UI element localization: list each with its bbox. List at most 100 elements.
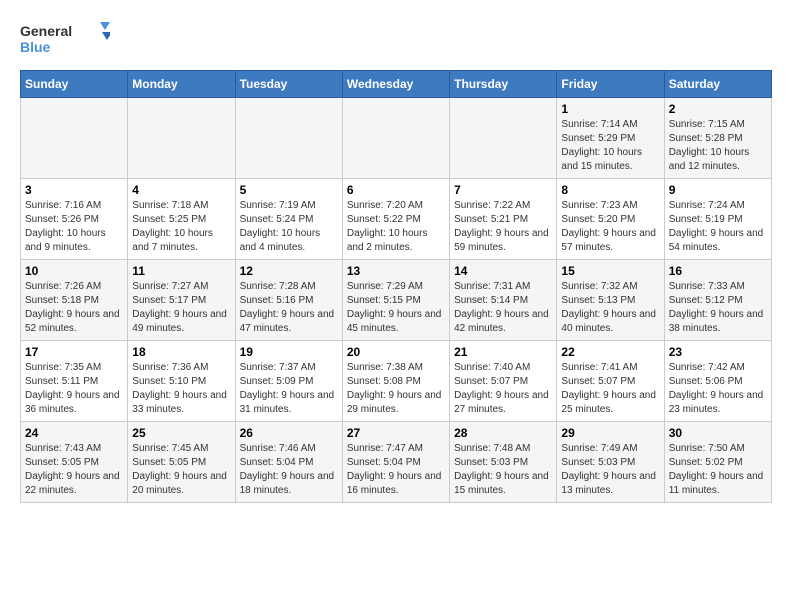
calendar-cell: 28 Sunrise: 7:48 AMSunset: 5:03 PMDayligh…	[450, 422, 557, 503]
day-number: 11	[132, 264, 230, 278]
day-number: 17	[25, 345, 123, 359]
day-number: 30	[669, 426, 767, 440]
day-number: 25	[132, 426, 230, 440]
weekday-header-thursday: Thursday	[450, 71, 557, 98]
day-info: Sunrise: 7:48 AMSunset: 5:03 PMDaylight:…	[454, 442, 552, 498]
calendar-cell	[21, 98, 128, 179]
weekday-header-wednesday: Wednesday	[342, 71, 449, 98]
day-number: 6	[347, 183, 445, 197]
calendar-week-row: 3 Sunrise: 7:16 AMSunset: 5:26 PMDaylight…	[21, 179, 772, 260]
calendar-cell	[235, 98, 342, 179]
day-number: 18	[132, 345, 230, 359]
logo-svg: General Blue	[20, 20, 110, 60]
day-info: Sunrise: 7:28 AMSunset: 5:16 PMDaylight:…	[240, 280, 338, 336]
day-number: 28	[454, 426, 552, 440]
calendar-cell: 1 Sunrise: 7:14 AMSunset: 5:29 PMDaylight…	[557, 98, 664, 179]
day-info: Sunrise: 7:46 AMSunset: 5:04 PMDaylight:…	[240, 442, 338, 498]
day-info: Sunrise: 7:22 AMSunset: 5:21 PMDaylight:…	[454, 199, 552, 255]
day-info: Sunrise: 7:15 AMSunset: 5:28 PMDaylight:…	[669, 118, 767, 174]
calendar-table: SundayMondayTuesdayWednesdayThursdayFrid…	[20, 70, 772, 503]
weekday-header-saturday: Saturday	[664, 71, 771, 98]
day-number: 13	[347, 264, 445, 278]
calendar-cell: 19 Sunrise: 7:37 AMSunset: 5:09 PMDayligh…	[235, 341, 342, 422]
page-header: General Blue	[20, 20, 772, 60]
calendar-cell: 8 Sunrise: 7:23 AMSunset: 5:20 PMDaylight…	[557, 179, 664, 260]
calendar-cell: 15 Sunrise: 7:32 AMSunset: 5:13 PMDayligh…	[557, 260, 664, 341]
day-info: Sunrise: 7:49 AMSunset: 5:03 PMDaylight:…	[561, 442, 659, 498]
calendar-cell: 20Sunrise: 7:38 AMSunset: 5:08 PMDayligh…	[342, 341, 449, 422]
calendar-cell: 18Sunrise: 7:36 AMSunset: 5:10 PMDayligh…	[128, 341, 235, 422]
day-info: Sunrise: 7:31 AMSunset: 5:14 PMDaylight:…	[454, 280, 552, 336]
calendar-cell: 4Sunrise: 7:18 AMSunset: 5:25 PMDaylight…	[128, 179, 235, 260]
calendar-cell: 29 Sunrise: 7:49 AMSunset: 5:03 PMDayligh…	[557, 422, 664, 503]
day-number: 26	[240, 426, 338, 440]
day-info: Sunrise: 7:43 AMSunset: 5:05 PMDaylight:…	[25, 442, 123, 498]
day-number: 12	[240, 264, 338, 278]
day-info: Sunrise: 7:32 AMSunset: 5:13 PMDaylight:…	[561, 280, 659, 336]
logo: General Blue	[20, 20, 110, 60]
day-number: 21	[454, 345, 552, 359]
day-number: 7	[454, 183, 552, 197]
day-number: 1	[561, 102, 659, 116]
day-info: Sunrise: 7:19 AMSunset: 5:24 PMDaylight:…	[240, 199, 338, 255]
day-number: 24	[25, 426, 123, 440]
weekday-header-row: SundayMondayTuesdayWednesdayThursdayFrid…	[21, 71, 772, 98]
calendar-cell: 21 Sunrise: 7:40 AMSunset: 5:07 PMDayligh…	[450, 341, 557, 422]
calendar-cell: 23 Sunrise: 7:42 AMSunset: 5:06 PMDayligh…	[664, 341, 771, 422]
calendar-cell: 13 Sunrise: 7:29 AMSunset: 5:15 PMDayligh…	[342, 260, 449, 341]
calendar-week-row: 10Sunrise: 7:26 AMSunset: 5:18 PMDayligh…	[21, 260, 772, 341]
day-number: 20	[347, 345, 445, 359]
svg-text:Blue: Blue	[20, 39, 51, 55]
calendar-cell: 3 Sunrise: 7:16 AMSunset: 5:26 PMDaylight…	[21, 179, 128, 260]
calendar-cell: 25 Sunrise: 7:45 AMSunset: 5:05 PMDayligh…	[128, 422, 235, 503]
calendar-cell	[450, 98, 557, 179]
calendar-cell: 27 Sunrise: 7:47 AMSunset: 5:04 PMDayligh…	[342, 422, 449, 503]
day-number: 23	[669, 345, 767, 359]
calendar-cell: 12 Sunrise: 7:28 AMSunset: 5:16 PMDayligh…	[235, 260, 342, 341]
day-info: Sunrise: 7:45 AMSunset: 5:05 PMDaylight:…	[132, 442, 230, 498]
day-number: 10	[25, 264, 123, 278]
day-info: Sunrise: 7:35 AMSunset: 5:11 PMDaylight:…	[25, 361, 123, 417]
day-info: Sunrise: 7:47 AMSunset: 5:04 PMDaylight:…	[347, 442, 445, 498]
day-number: 15	[561, 264, 659, 278]
day-info: Sunrise: 7:42 AMSunset: 5:06 PMDaylight:…	[669, 361, 767, 417]
day-number: 3	[25, 183, 123, 197]
day-number: 14	[454, 264, 552, 278]
calendar-cell	[342, 98, 449, 179]
day-info: Sunrise: 7:33 AMSunset: 5:12 PMDaylight:…	[669, 280, 767, 336]
calendar-header: SundayMondayTuesdayWednesdayThursdayFrid…	[21, 71, 772, 98]
weekday-header-friday: Friday	[557, 71, 664, 98]
calendar-week-row: 17 Sunrise: 7:35 AMSunset: 5:11 PMDayligh…	[21, 341, 772, 422]
day-info: Sunrise: 7:27 AMSunset: 5:17 PMDaylight:…	[132, 280, 230, 336]
calendar-cell: 22Sunrise: 7:41 AMSunset: 5:07 PMDayligh…	[557, 341, 664, 422]
calendar-cell	[128, 98, 235, 179]
day-number: 2	[669, 102, 767, 116]
day-number: 19	[240, 345, 338, 359]
day-info: Sunrise: 7:14 AMSunset: 5:29 PMDaylight:…	[561, 118, 659, 174]
calendar-week-row: 24 Sunrise: 7:43 AMSunset: 5:05 PMDayligh…	[21, 422, 772, 503]
day-info: Sunrise: 7:20 AMSunset: 5:22 PMDaylight:…	[347, 199, 445, 255]
calendar-cell: 10Sunrise: 7:26 AMSunset: 5:18 PMDayligh…	[21, 260, 128, 341]
day-number: 16	[669, 264, 767, 278]
calendar-cell: 30Sunrise: 7:50 AMSunset: 5:02 PMDayligh…	[664, 422, 771, 503]
day-info: Sunrise: 7:37 AMSunset: 5:09 PMDaylight:…	[240, 361, 338, 417]
day-number: 22	[561, 345, 659, 359]
calendar-cell: 24 Sunrise: 7:43 AMSunset: 5:05 PMDayligh…	[21, 422, 128, 503]
calendar-week-row: 1 Sunrise: 7:14 AMSunset: 5:29 PMDaylight…	[21, 98, 772, 179]
calendar-cell: 11 Sunrise: 7:27 AMSunset: 5:17 PMDayligh…	[128, 260, 235, 341]
calendar-cell: 5Sunrise: 7:19 AMSunset: 5:24 PMDaylight…	[235, 179, 342, 260]
day-info: Sunrise: 7:40 AMSunset: 5:07 PMDaylight:…	[454, 361, 552, 417]
day-number: 27	[347, 426, 445, 440]
day-info: Sunrise: 7:24 AMSunset: 5:19 PMDaylight:…	[669, 199, 767, 255]
day-info: Sunrise: 7:18 AMSunset: 5:25 PMDaylight:…	[132, 199, 230, 255]
day-info: Sunrise: 7:29 AMSunset: 5:15 PMDaylight:…	[347, 280, 445, 336]
calendar-cell: 2 Sunrise: 7:15 AMSunset: 5:28 PMDaylight…	[664, 98, 771, 179]
calendar-cell: 7 Sunrise: 7:22 AMSunset: 5:21 PMDaylight…	[450, 179, 557, 260]
day-number: 29	[561, 426, 659, 440]
day-info: Sunrise: 7:16 AMSunset: 5:26 PMDaylight:…	[25, 199, 123, 255]
calendar-cell: 6 Sunrise: 7:20 AMSunset: 5:22 PMDaylight…	[342, 179, 449, 260]
calendar-cell: 17 Sunrise: 7:35 AMSunset: 5:11 PMDayligh…	[21, 341, 128, 422]
day-number: 8	[561, 183, 659, 197]
day-number: 9	[669, 183, 767, 197]
day-info: Sunrise: 7:23 AMSunset: 5:20 PMDaylight:…	[561, 199, 659, 255]
